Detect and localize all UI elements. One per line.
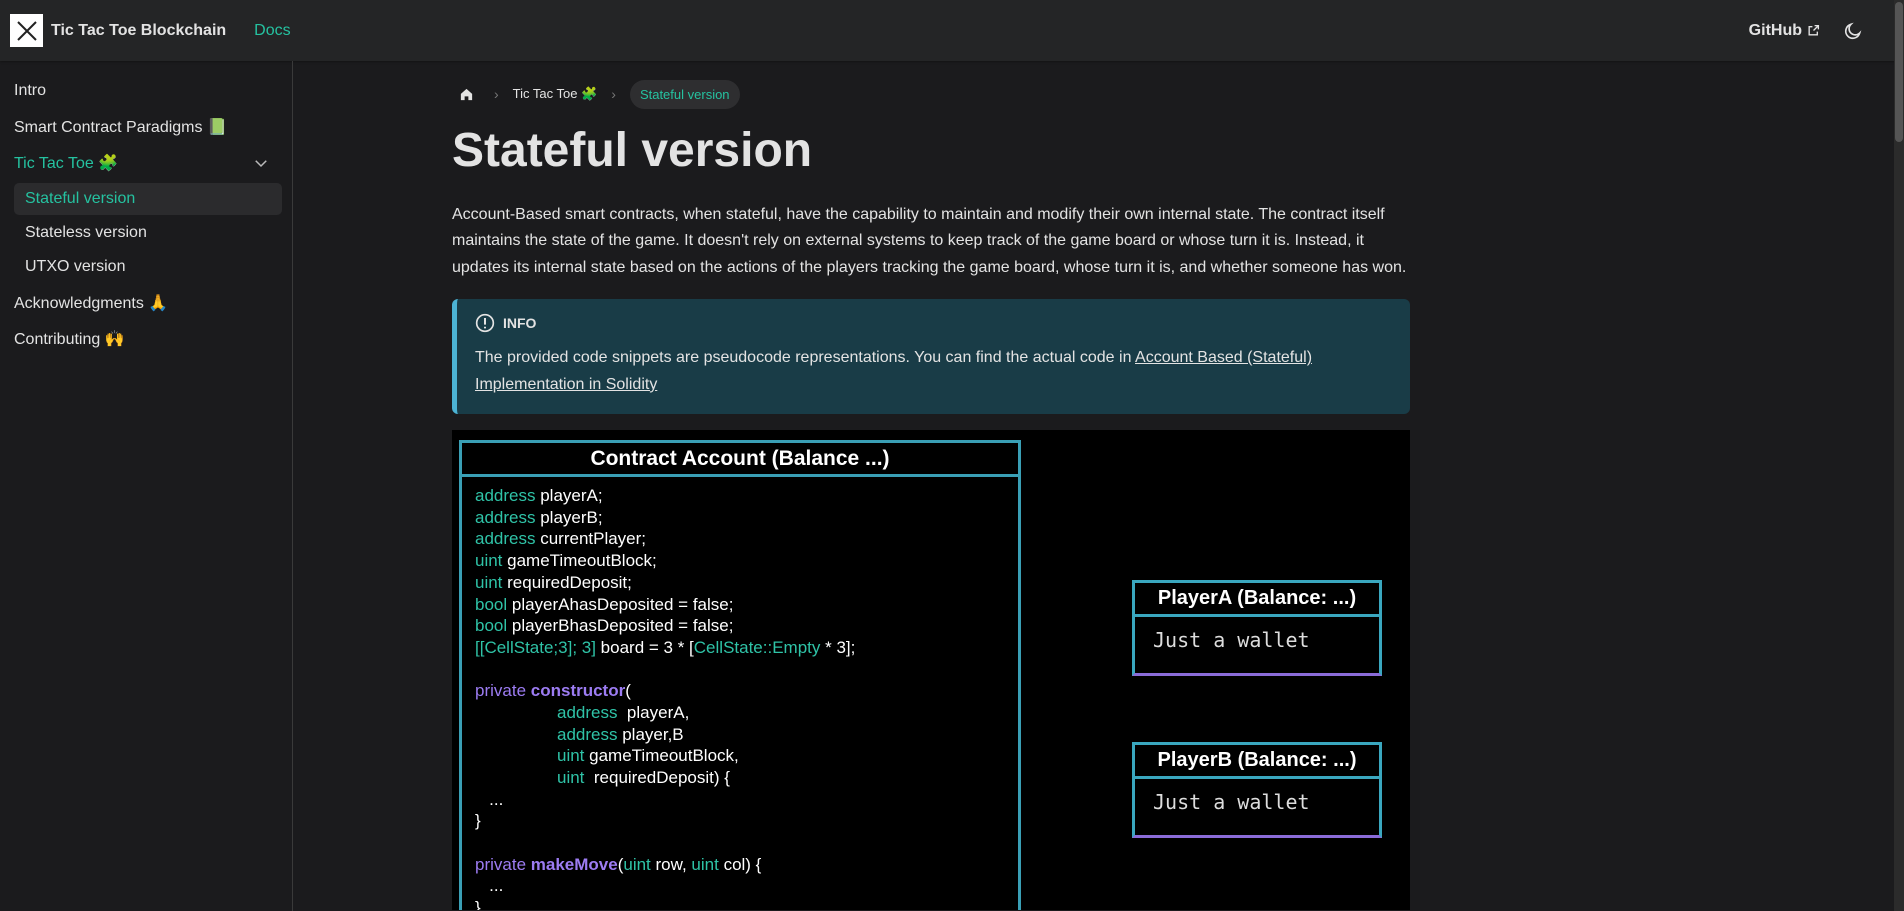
sidebar-item-paradigms[interactable]: Smart Contract Paradigms 📗 — [0, 109, 282, 145]
info-icon — [475, 313, 495, 333]
contract-code: address playerA; address playerB; addres… — [462, 477, 1018, 910]
player-a-box: PlayerA (Balance: ...) Just a wallet — [1132, 580, 1382, 677]
main-content: › Tic Tac Toe 🧩 › Stateful version State… — [452, 61, 1410, 911]
github-label: GitHub — [1748, 21, 1802, 39]
code-line: address playerA, — [557, 702, 690, 722]
code-line: } — [475, 898, 481, 911]
code-line: ... — [475, 789, 504, 809]
contract-account-box: Contract Account (Balance ...) address p… — [459, 440, 1021, 911]
external-link-icon — [1808, 24, 1820, 36]
player-b-box: PlayerB (Balance: ...) Just a wallet — [1132, 742, 1382, 839]
sidebar-item-intro[interactable]: Intro — [0, 73, 282, 109]
code-line: [[CellState;3]; 3] board = 3 * [CellStat… — [475, 637, 856, 657]
player-a-title: PlayerA (Balance: ...) — [1135, 583, 1379, 618]
sidebar-category-tic-tac-toe[interactable]: Tic Tac Toe 🧩 — [0, 145, 282, 181]
nav-docs-link[interactable]: Docs — [254, 22, 290, 40]
brand-title[interactable]: Tic Tac Toe Blockchain — [51, 22, 226, 40]
breadcrumb-separator: › — [611, 86, 616, 102]
code-line: ... — [475, 876, 504, 896]
admonition-heading: INFO — [475, 313, 1392, 333]
code-line: private makeMove(uint row, uint col) { — [475, 854, 762, 874]
code-line: bool playerAhasDeposited = false; — [475, 594, 734, 614]
admonition-body: The provided code snippets are pseudocod… — [475, 345, 1392, 398]
code-line: address currentPlayer; — [475, 529, 647, 549]
contract-account-title: Contract Account (Balance ...) — [462, 443, 1018, 478]
sidebar-item-stateful[interactable]: Stateful version — [14, 183, 282, 215]
code-line: uint gameTimeoutBlock; — [475, 551, 657, 571]
player-b-title: PlayerB (Balance: ...) — [1135, 745, 1379, 780]
info-admonition: INFO The provided code snippets are pseu… — [452, 299, 1410, 415]
sidebar-category-label: Tic Tac Toe 🧩 — [14, 155, 119, 172]
code-line: uint gameTimeoutBlock, — [557, 746, 739, 766]
admonition-title: INFO — [503, 315, 537, 332]
player-a-body: Just a wallet — [1153, 628, 1310, 653]
code-line: bool playerBhasDeposited = false; — [475, 616, 734, 636]
intro-paragraph: Account-Based smart contracts, when stat… — [452, 205, 1407, 276]
home-icon[interactable] — [452, 80, 480, 108]
architecture-diagram: Contract Account (Balance ...) address p… — [452, 430, 1410, 911]
sidebar-item-utxo[interactable]: UTXO version — [14, 251, 282, 283]
admonition-text: The provided code snippets are pseudocod… — [475, 349, 1136, 367]
code-line: private constructor( — [475, 681, 631, 701]
code-line: address playerA; — [475, 486, 603, 506]
player-b-body: Just a wallet — [1153, 790, 1310, 815]
theme-toggle-moon-icon[interactable] — [1842, 20, 1864, 42]
github-link[interactable]: GitHub — [1749, 22, 1820, 40]
scrollbar-thumb[interactable] — [1895, 2, 1903, 142]
code-line: address player,B — [557, 724, 684, 744]
sidebar-item-acknowledgments[interactable]: Acknowledgments 🙏 — [0, 285, 282, 321]
code-line: uint requiredDeposit; — [475, 572, 632, 592]
code-line: } — [475, 811, 481, 831]
logo-icon[interactable] — [10, 14, 43, 47]
sidebar: Intro Smart Contract Paradigms 📗 Tic Tac… — [0, 61, 293, 911]
page-title: Stateful version — [452, 124, 813, 177]
code-line: address playerB; — [475, 507, 603, 527]
sidebar-item-contributing[interactable]: Contributing 🙌 — [0, 321, 282, 357]
code-line: uint requiredDeposit) { — [557, 768, 730, 788]
chevron-down-icon[interactable] — [252, 154, 270, 172]
navbar: Tic Tac Toe Blockchain Docs GitHub — [0, 0, 1904, 61]
sidebar-item-stateless[interactable]: Stateless version — [14, 217, 282, 249]
scrollbar[interactable] — [1894, 0, 1904, 911]
breadcrumb-current: Stateful version — [629, 79, 740, 109]
breadcrumb-separator: › — [494, 86, 499, 102]
breadcrumb-item-tic-tac-toe[interactable]: Tic Tac Toe 🧩 — [513, 86, 598, 102]
breadcrumb: › Tic Tac Toe 🧩 › Stateful version — [452, 78, 1410, 110]
